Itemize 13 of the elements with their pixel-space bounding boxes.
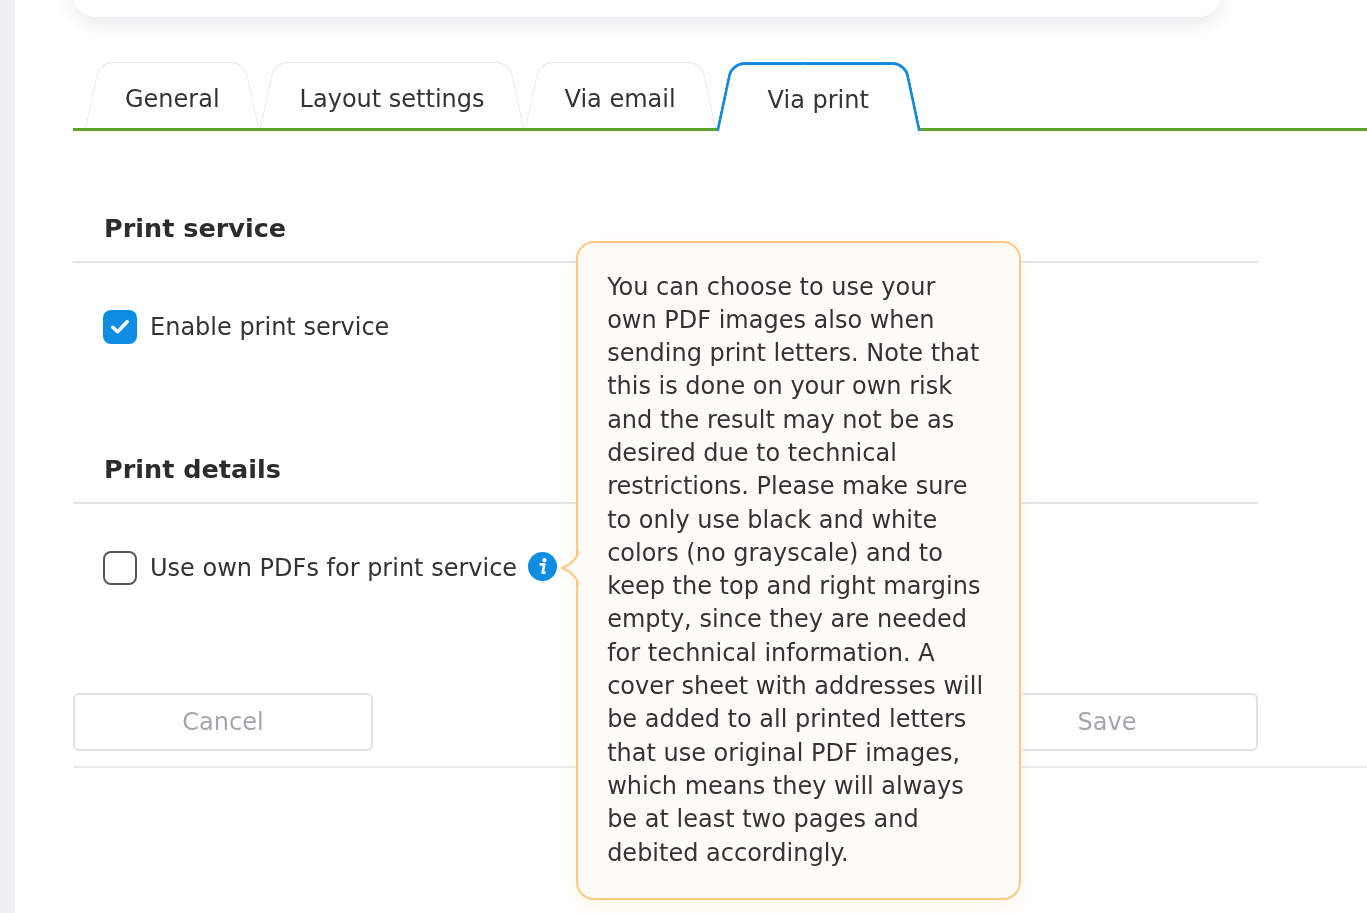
tab[interactable]: Layout settings — [259, 62, 525, 128]
checkbox-label: Enable print service — [150, 312, 390, 343]
check-icon — [111, 320, 129, 334]
checkbox[interactable] — [103, 310, 137, 344]
tab[interactable]: General — [85, 62, 260, 128]
tab[interactable]: Via email — [524, 62, 716, 128]
checkbox-label: Use own PDFs for print service — [150, 553, 518, 584]
info-icon[interactable] — [528, 551, 558, 581]
checkbox[interactable] — [103, 551, 137, 585]
tooltip-text: You can choose to use your own PDF images also when sending print letters. Note that this is done on your own risk and the result may not be as desired due to technical restrictions. Please make sure to only use black and white colors (no grayscale) and to keep the top and right margins empty, since they are needed for technical information. A cover sheet with addresses will be added to all printed letters that use original PDF images, which means they will always be at least two pages and debited accordingly. — [607, 271, 985, 869]
section-title: Print service — [104, 212, 287, 245]
tab[interactable]: Via print — [715, 62, 921, 131]
section-title: Print details — [104, 453, 281, 486]
